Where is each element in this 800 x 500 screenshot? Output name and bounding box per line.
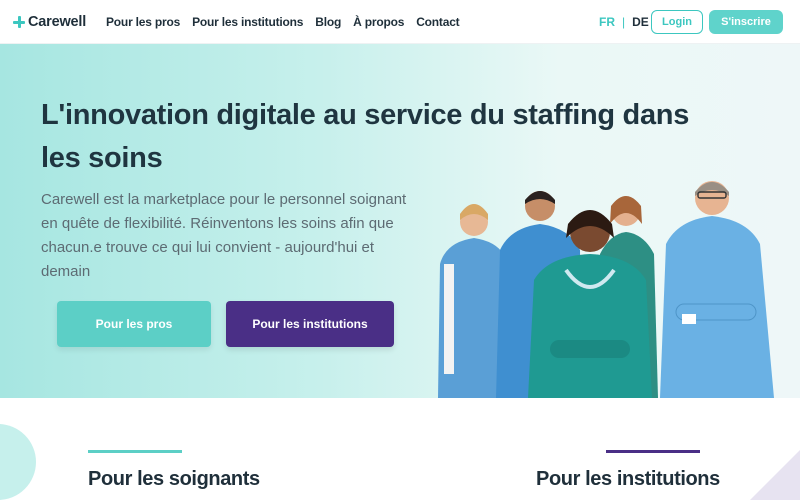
institutions-heading: Pour les institutions [536,468,720,490]
nav-link-institutions[interactable]: Pour les institutions [192,15,303,29]
lang-fr[interactable]: FR [599,15,615,29]
login-button[interactable]: Login [651,10,703,34]
nav-link-contact[interactable]: Contact [416,15,459,29]
decorative-triangle [750,450,800,500]
plus-logo-icon [13,16,25,28]
cta-institutions-button[interactable]: Pour les institutions [226,301,394,347]
institutions-accent-line [606,450,700,453]
hero-section: L'innovation digitale au service du staf… [0,44,800,398]
logo-text: Carewell [28,14,87,30]
top-navbar: Carewell Pour les pros Pour les institut… [0,0,800,44]
person-figure [660,181,774,398]
lang-de[interactable]: DE [632,15,649,29]
carewell-logo[interactable]: Carewell [13,14,86,30]
main-menu: Pour les pros Pour les institutions Blog… [106,15,460,29]
nav-link-blog[interactable]: Blog [315,15,341,29]
lang-separator: | [622,15,626,29]
language-switcher: FR | DE [599,15,649,29]
audience-section: Pour les soignants Pour les institutions [0,398,800,500]
signup-button[interactable]: S'inscrire [709,10,783,34]
cta-pros-button[interactable]: Pour les pros [57,301,211,347]
nav-link-about[interactable]: À propos [353,15,404,29]
hero-subtitle: Carewell est la marketplace pour le pers… [41,191,407,280]
nav-link-pros[interactable]: Pour les pros [106,15,180,29]
soignants-heading: Pour les soignants [88,468,260,490]
healthcare-team-photo [438,181,774,398]
soignants-accent-line [88,450,182,453]
decorative-circle [0,424,36,500]
